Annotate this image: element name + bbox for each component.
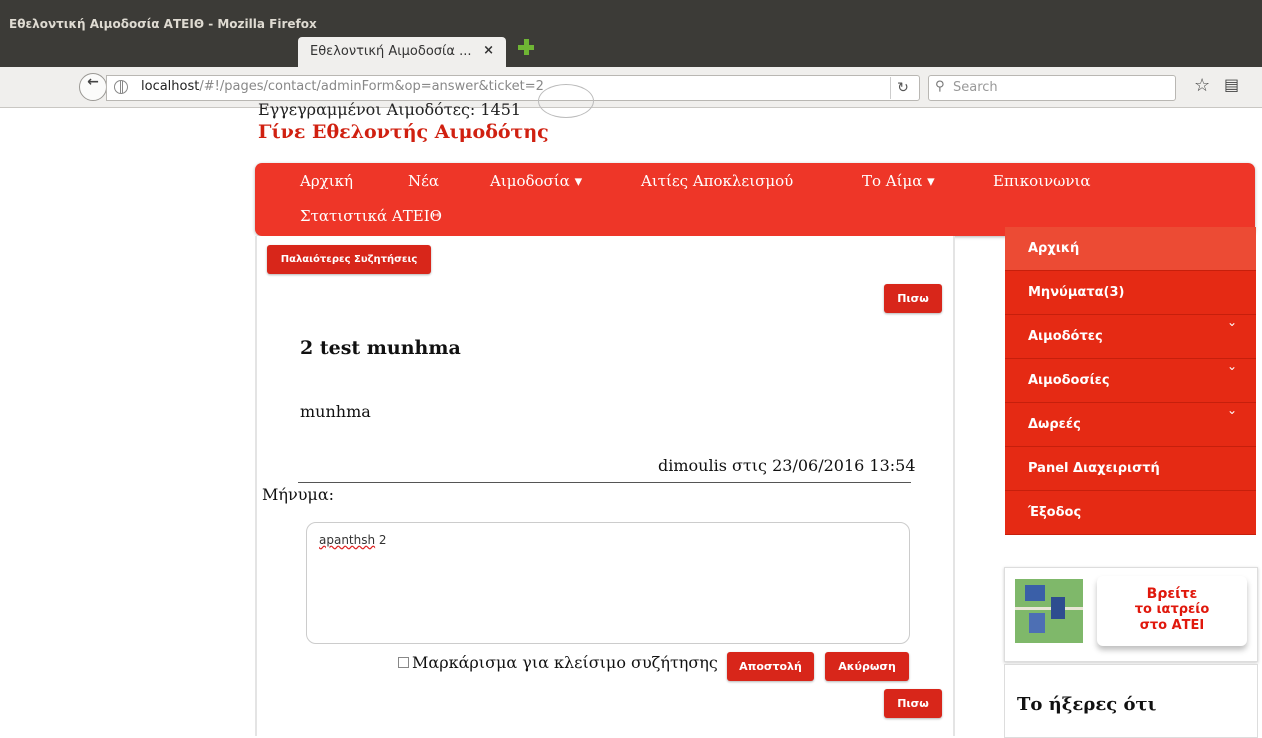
clinic-line-1: Βρείτε <box>1146 586 1198 602</box>
clinic-line-2: το ιατρείο <box>1134 602 1210 617</box>
window-title: Εθελοντική Αιμοδοσία ΑΤΕΙΘ - Mozilla Fir… <box>9 17 317 31</box>
nav-statistics[interactable]: Στατιστικά ΑΤΕΙΘ <box>300 207 442 225</box>
reply-label: Μήνυμα: <box>262 485 335 504</box>
nav-contact[interactable]: Επικοινωνια <box>993 172 1090 190</box>
sidebar-item-donations[interactable]: Αιμοδοσίες ⌄ <box>1005 359 1256 403</box>
back-button-top[interactable]: Πισω <box>884 284 942 313</box>
sidebar-item-label: Μηνύματα(3) <box>1028 285 1125 300</box>
nav-news[interactable]: Νέα <box>408 172 439 190</box>
url-text: localhost/#!/pages/contact/adminForm&op=… <box>141 79 544 94</box>
browser-tab[interactable]: Εθελοντική Αιμοδοσία ... × <box>298 37 506 67</box>
message-title: 2 test munhma <box>300 337 461 359</box>
nav-exclusion-reasons[interactable]: Αιτίες Αποκλεισμού <box>641 172 793 190</box>
sidebar-item-messages[interactable]: Μηνύματα(3) <box>1005 271 1256 315</box>
close-tab-icon[interactable]: × <box>483 43 494 58</box>
main-navigation: Αρχική Νέα Αιμοδοσία ▾ Αιτίες Αποκλεισμο… <box>255 163 1255 236</box>
sidebar-item-home[interactable]: Αρχική <box>1005 227 1256 271</box>
sidebar-item-label: Αρχική <box>1028 241 1080 256</box>
send-button[interactable]: Αποστολή <box>727 652 814 681</box>
did-you-know-widget: Το ήξερες ότι <box>1004 664 1258 738</box>
tab-title: Εθελοντική Αιμοδοσία ... <box>310 44 472 59</box>
sidebar-item-label: Panel Διαχειριστή <box>1028 461 1160 476</box>
chevron-down-icon: ⌄ <box>1226 359 1237 373</box>
message-meta: dimoulis στις 23/06/2016 13:54 <box>658 456 916 475</box>
sidebar-item-admin-panel[interactable]: Panel Διαχειριστή <box>1005 447 1256 491</box>
sidebar-item-gifts[interactable]: Δωρεές ⌄ <box>1005 403 1256 447</box>
chevron-down-icon: ⌄ <box>1226 403 1237 417</box>
search-icon: ⚲ <box>935 79 945 94</box>
reply-text: apanthsh 2 <box>319 533 387 547</box>
message-body: munhma <box>300 402 371 421</box>
back-arrow-icon[interactable]: ← <box>79 73 107 101</box>
older-discussions-button[interactable]: Παλαιότερες Συζητήσεις <box>267 245 431 274</box>
search-placeholder: Search <box>953 80 998 95</box>
bookmark-star-icon[interactable]: ☆ <box>1194 75 1210 96</box>
sidebar-item-label: Αιμοδότες <box>1028 329 1103 344</box>
site-slogan: Γίνε Εθελοντής Αιμοδότης <box>258 121 549 143</box>
tab-bar: Εθελοντική Αιμοδοσία ... × <box>0 33 1262 67</box>
sidebar-item-label: Δωρεές <box>1028 417 1081 432</box>
nav-home[interactable]: Αρχική <box>300 172 353 190</box>
sidebar-item-donors[interactable]: Αιμοδότες ⌄ <box>1005 315 1256 359</box>
site-logo <box>538 84 594 118</box>
clinic-finder-widget[interactable]: Βρείτε το ιατρείο στο ΑΤΕΙ <box>1004 567 1258 662</box>
new-tab-icon[interactable] <box>518 39 534 55</box>
globe-icon <box>114 80 128 94</box>
cancel-button[interactable]: Ακύρωση <box>825 652 909 681</box>
sidebar-item-logout[interactable]: Έξοδος <box>1005 491 1256 535</box>
search-input[interactable]: ⚲ Search <box>928 75 1176 101</box>
window-titlebar: Εθελοντική Αιμοδοσία ΑΤΕΙΘ - Mozilla Fir… <box>0 0 1262 33</box>
reply-textarea[interactable]: apanthsh 2 <box>306 522 910 644</box>
close-discussion-checkbox[interactable] <box>398 657 409 668</box>
admin-sidebar-menu: Αρχική Μηνύματα(3) Αιμοδότες ⌄ Αιμοδοσίες… <box>1005 227 1256 535</box>
reload-icon[interactable]: ↻ <box>890 77 915 99</box>
sidebar-item-label: Αιμοδοσίες <box>1028 373 1110 388</box>
campus-map-thumbnail <box>1015 579 1083 643</box>
registered-donors-count: Εγγεγραμμένοι Αιμοδότες: 1451 <box>258 100 522 119</box>
nav-blood-donation[interactable]: Αιμοδοσία ▾ <box>490 172 582 190</box>
reply-text-num: 2 <box>375 533 387 547</box>
url-bar[interactable]: localhost/#!/pages/contact/adminForm&op=… <box>106 75 920 101</box>
url-host: localhost <box>141 79 200 94</box>
clinic-finder-card: Βρείτε το ιατρείο στο ΑΤΕΙ <box>1097 576 1247 646</box>
browser-toolbar: ← localhost/#!/pages/contact/adminForm&o… <box>0 67 1262 108</box>
url-path: /#!/pages/contact/adminForm&op=answer&ti… <box>199 79 544 94</box>
did-you-know-title: Το ήξερες ότι <box>1017 694 1157 715</box>
bookmarks-menu-icon[interactable]: ▤ <box>1224 75 1239 94</box>
clinic-line-3: στο ΑΤΕΙ <box>1139 618 1205 633</box>
close-discussion-label: Μαρκάρισμα για κλείσιμο συζήτησης <box>412 653 718 672</box>
chevron-down-icon: ⌄ <box>1226 315 1237 329</box>
reply-text-word: apanthsh <box>319 533 376 547</box>
sidebar-item-label: Έξοδος <box>1028 505 1082 520</box>
back-button-bottom[interactable]: Πισω <box>884 689 942 718</box>
message-divider <box>298 482 911 483</box>
nav-the-blood[interactable]: Το Αίμα ▾ <box>862 172 935 190</box>
